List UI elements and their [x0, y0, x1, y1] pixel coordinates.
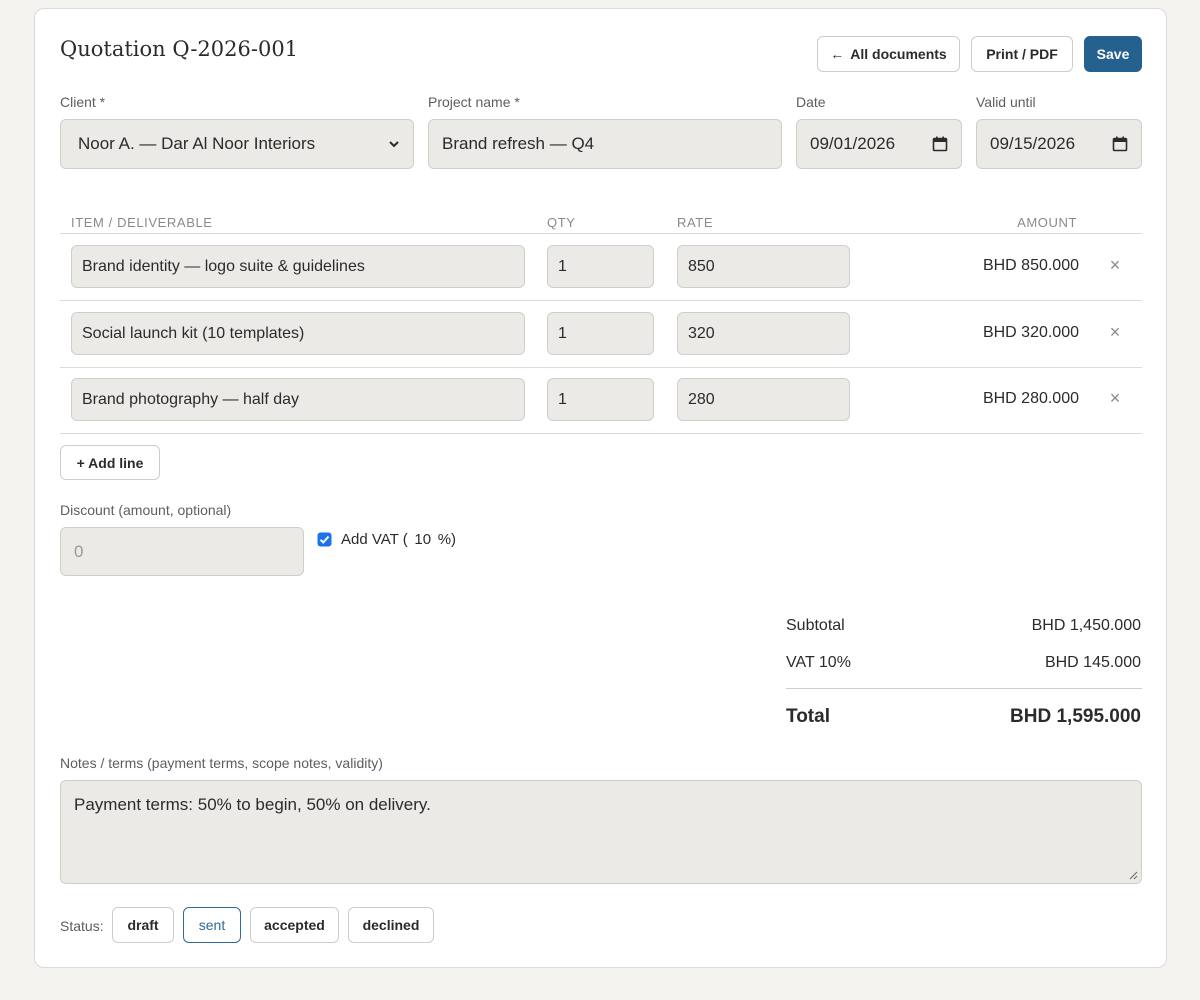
totals-divider [786, 688, 1142, 689]
vat-prefix: Add VAT ( [341, 531, 408, 548]
table-row: Brand photography — half day 1 280 BHD 2… [60, 367, 1142, 433]
quotation-card: Quotation Q-2026-001 ← All documents Pri… [34, 8, 1167, 968]
line-amount: BHD 850.000 [982, 257, 1079, 274]
chevron-down-icon [389, 141, 399, 148]
discount-placeholder: 0 [74, 541, 84, 561]
column-header-amount: AMOUNT [1017, 215, 1077, 230]
status-option-draft[interactable]: draft [112, 907, 174, 943]
project-value: Brand refresh — Q4 [442, 134, 595, 153]
status-option-sent[interactable]: sent [183, 907, 241, 943]
project-name-input[interactable]: Brand refresh — Q4 [428, 119, 782, 169]
rate-input[interactable]: 320 [677, 312, 850, 355]
notes-textarea[interactable]: Payment terms: 50% to begin, 50% on deli… [60, 780, 1142, 884]
item-input[interactable]: Social launch kit (10 templates) [71, 312, 525, 355]
line-amount: BHD 320.000 [982, 324, 1079, 341]
remove-line-icon[interactable]: × [1108, 322, 1122, 343]
column-header-rate: RATE [677, 215, 714, 230]
vat-rate-input[interactable]: 10 [408, 531, 438, 548]
status-option-declined[interactable]: declined [348, 907, 434, 943]
subtotal-value: BHD 1,450.000 [1031, 617, 1141, 634]
date-value: 09/01/2026 [810, 134, 896, 153]
vat-total-value: BHD 145.000 [1044, 654, 1141, 671]
status-label: Status: [60, 918, 104, 934]
notes-label: Notes / terms (payment terms, scope note… [60, 755, 383, 771]
client-value: Noor A. — Dar Al Noor Interiors [78, 134, 316, 153]
discount-label: Discount (amount, optional) [60, 502, 232, 518]
item-input[interactable]: Brand identity — logo suite & guidelines [71, 245, 525, 288]
all-documents-button[interactable]: ← All documents [817, 36, 960, 72]
table-row: Social launch kit (10 templates) 1 320 B… [60, 301, 1142, 367]
qty-input[interactable]: 1 [547, 312, 654, 355]
arrow-left-icon: ← [830, 46, 845, 62]
vat-total-label: VAT 10% [786, 654, 851, 671]
discount-input[interactable]: 0 [60, 527, 304, 576]
print-pdf-button[interactable]: Print / PDF [971, 36, 1073, 72]
resize-handle-icon[interactable] [1128, 870, 1138, 880]
vat-suffix: %) [437, 531, 457, 548]
valid-until-value: 09/15/2026 [990, 134, 1076, 153]
add-line-button[interactable]: + Add line [60, 445, 160, 480]
table-row: Brand identity — logo suite & guidelines… [60, 234, 1142, 300]
qty-input[interactable]: 1 [547, 245, 654, 288]
calendar-icon[interactable] [932, 136, 948, 152]
notes-value: Payment terms: 50% to begin, 50% on deli… [74, 795, 431, 814]
status-option-accepted[interactable]: accepted [250, 907, 339, 943]
checkbox-checked-icon[interactable] [317, 532, 332, 547]
all-documents-label: All documents [850, 46, 947, 62]
subtotal-label: Subtotal [786, 617, 845, 634]
column-header-qty: QTY [547, 215, 576, 230]
item-input[interactable]: Brand photography — half day [71, 378, 525, 421]
vat-toggle[interactable]: Add VAT ( 10 %) [317, 531, 456, 548]
line-amount: BHD 280.000 [982, 390, 1079, 407]
total-label: Total [786, 706, 830, 727]
total-value: BHD 1,595.000 [1010, 706, 1141, 727]
client-select[interactable]: Noor A. — Dar Al Noor Interiors [60, 119, 414, 169]
date-label: Date [796, 94, 826, 110]
rate-input[interactable]: 850 [677, 245, 850, 288]
project-label: Project name * [428, 94, 520, 110]
remove-line-icon[interactable]: × [1108, 255, 1122, 276]
column-header-item: ITEM / DELIVERABLE [71, 215, 213, 230]
qty-input[interactable]: 1 [547, 378, 654, 421]
page-title: Quotation Q-2026-001 [60, 37, 299, 61]
valid-until-label: Valid until [976, 94, 1036, 110]
valid-until-input[interactable]: 09/15/2026 [976, 119, 1142, 169]
save-button[interactable]: Save [1084, 36, 1142, 72]
calendar-icon[interactable] [1112, 136, 1128, 152]
row-divider [60, 433, 1142, 434]
client-label: Client * [60, 94, 106, 110]
rate-input[interactable]: 280 [677, 378, 850, 421]
remove-line-icon[interactable]: × [1108, 388, 1122, 409]
date-input[interactable]: 09/01/2026 [796, 119, 962, 169]
